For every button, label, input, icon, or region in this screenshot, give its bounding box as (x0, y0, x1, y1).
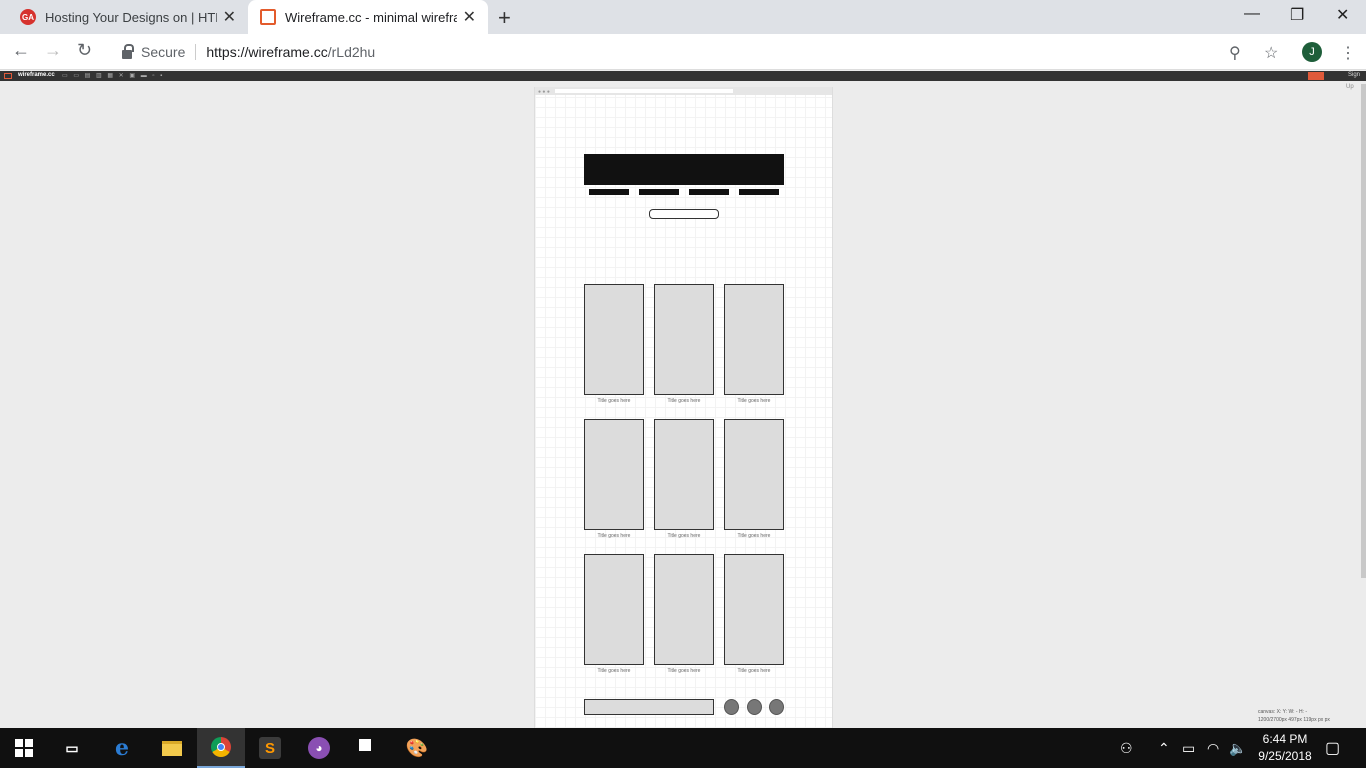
paint-palette-icon: 🎨 (405, 737, 429, 758)
app-toolbar: wireframe.cc ▭ ▭ ▤ ▥ ▦ ✕ ▣ ▬ ▫ ▪ Sign (0, 71, 1366, 81)
sublime-icon: S (259, 737, 281, 759)
nav-item[interactable] (739, 189, 779, 195)
system-clock[interactable]: 6:44 PM 9/25/2018 (1250, 731, 1320, 765)
nav-item[interactable] (589, 189, 629, 195)
start-button[interactable] (0, 728, 48, 768)
card-image[interactable] (724, 554, 784, 665)
restore-icon[interactable]: ❐ (1290, 5, 1304, 25)
edge-button[interactable]: e (98, 728, 146, 768)
people-icon[interactable]: ⚇ (1120, 728, 1133, 768)
card-image[interactable] (584, 284, 644, 395)
clock-time: 6:44 PM (1262, 732, 1308, 746)
address-bar[interactable]: Secure https://wireframe.cc/rLd2hu (110, 38, 1290, 66)
ga-logo-icon: GA (20, 9, 36, 25)
window-dots-icon: ● ● ● (538, 89, 550, 95)
card-caption: Title goes here (597, 398, 631, 404)
card-image[interactable] (654, 419, 714, 530)
secure-label: Secure (141, 44, 186, 60)
menu-icon[interactable] (4, 73, 12, 79)
header-block[interactable] (584, 154, 784, 185)
minimize-icon[interactable]: — (1244, 5, 1260, 23)
wireframe-canvas[interactable]: ● ● ● Title goes here Title goes here Ti… (534, 87, 833, 728)
zoom-icon[interactable]: ⚲ (1229, 43, 1241, 63)
url-path: /rLd2hu (327, 44, 376, 60)
card-caption: Title goes here (597, 533, 631, 539)
battery-icon[interactable]: ▭ (1182, 728, 1195, 768)
avatar[interactable]: J (1302, 42, 1322, 62)
status-line: 1200/2700px 497px 119px px px (1258, 717, 1330, 723)
paint-button[interactable]: 🎨 (393, 728, 441, 768)
sticky-notes-button[interactable] (344, 728, 392, 768)
card-caption: Title goes here (597, 668, 631, 674)
footer-bar[interactable] (584, 699, 714, 715)
chevron-up-icon[interactable]: ⌃ (1158, 728, 1170, 768)
back-icon[interactable]: ← (12, 40, 30, 61)
card-image[interactable] (724, 284, 784, 395)
clock-date: 9/25/2018 (1258, 749, 1312, 763)
menu-kebab-icon[interactable]: ⋮ (1340, 43, 1356, 63)
new-tab-icon[interactable]: + (498, 5, 511, 31)
toolbar-icons[interactable]: ▭ ▭ ▤ ▥ ▦ ✕ ▣ ▬ ▫ ▪ (62, 72, 164, 79)
tab-title: Wireframe.cc - minimal wirefram (285, 9, 457, 25)
social-circle[interactable] (724, 699, 739, 715)
canvas-status: canvas: X: Y: W: - H: - 1200/2700px 497p… (1258, 708, 1362, 726)
nav-item[interactable] (689, 189, 729, 195)
tab-wireframe[interactable]: Wireframe.cc - minimal wirefram ✕ (248, 0, 488, 34)
page-scrollbar[interactable] (1361, 84, 1366, 578)
forward-icon[interactable]: → (44, 40, 62, 61)
reload-icon[interactable]: ↻ (77, 40, 92, 61)
card-caption: Title goes here (737, 533, 771, 539)
social-circle[interactable] (747, 699, 762, 715)
url-host: https://wireframe.cc (206, 44, 328, 60)
canvas-browser-bar: ● ● ● (535, 87, 832, 95)
task-view-icon: ▭ (65, 739, 79, 756)
tab-hosting[interactable]: GA Hosting Your Designs on | HTML ✕ (8, 0, 248, 34)
folder-icon (161, 737, 183, 759)
card-image[interactable] (724, 419, 784, 530)
app-logo: wireframe.cc (18, 72, 55, 78)
wifi-icon[interactable]: ◠ (1207, 728, 1219, 768)
social-circle[interactable] (769, 699, 784, 715)
close-icon[interactable]: ✕ (463, 7, 476, 27)
notification-icon[interactable]: ▢ (1325, 728, 1340, 768)
card-caption: Title goes here (667, 398, 701, 404)
task-view-button[interactable]: ▭ (48, 728, 96, 768)
cta-button[interactable] (649, 209, 719, 219)
sign-link[interactable]: Sign (1348, 72, 1360, 78)
card-caption: Title goes here (667, 533, 701, 539)
taskbar: ▭ e S ◕ 🎨 ⚇ ⌃ ▭ ◠ 🔈 6:44 PM 9/25/2018 ▢ (0, 728, 1366, 768)
volume-icon[interactable]: 🔈 (1229, 728, 1246, 768)
tab-strip: GA Hosting Your Designs on | HTML ✕ Wire… (0, 0, 1366, 34)
github-desktop-button[interactable]: ◕ (295, 728, 343, 768)
chrome-button[interactable] (197, 728, 245, 768)
card-image[interactable] (654, 554, 714, 665)
file-explorer-button[interactable] (148, 728, 196, 768)
signup-button[interactable] (1308, 72, 1324, 80)
close-icon[interactable]: ✕ (223, 7, 236, 27)
tab-title: Hosting Your Designs on | HTML (45, 9, 217, 25)
card-caption: Title goes here (667, 668, 701, 674)
canvas-url-bar (555, 89, 733, 93)
card-image[interactable] (584, 419, 644, 530)
card-caption: Title goes here (737, 398, 771, 404)
lock-icon (122, 43, 134, 59)
browser-toolbar: ← → ↻ Secure https://wireframe.cc/rLd2hu… (0, 34, 1366, 70)
sticky-note-icon (357, 737, 379, 759)
status-line: canvas: X: Y: W: - H: - (1258, 709, 1307, 715)
card-caption: Title goes here (737, 668, 771, 674)
divider (195, 44, 197, 60)
wireframe-icon (260, 9, 276, 25)
windows-logo-icon (15, 739, 33, 757)
chrome-icon (210, 736, 232, 758)
bookmark-star-icon[interactable]: ☆ (1264, 43, 1278, 63)
sublime-button[interactable]: S (246, 728, 294, 768)
signup-link[interactable]: Up (1346, 84, 1354, 90)
edge-icon: e (115, 735, 129, 761)
card-image[interactable] (654, 284, 714, 395)
window-close-icon[interactable]: ✕ (1336, 5, 1349, 25)
card-image[interactable] (584, 554, 644, 665)
nav-item[interactable] (639, 189, 679, 195)
github-cat-icon: ◕ (308, 737, 330, 759)
